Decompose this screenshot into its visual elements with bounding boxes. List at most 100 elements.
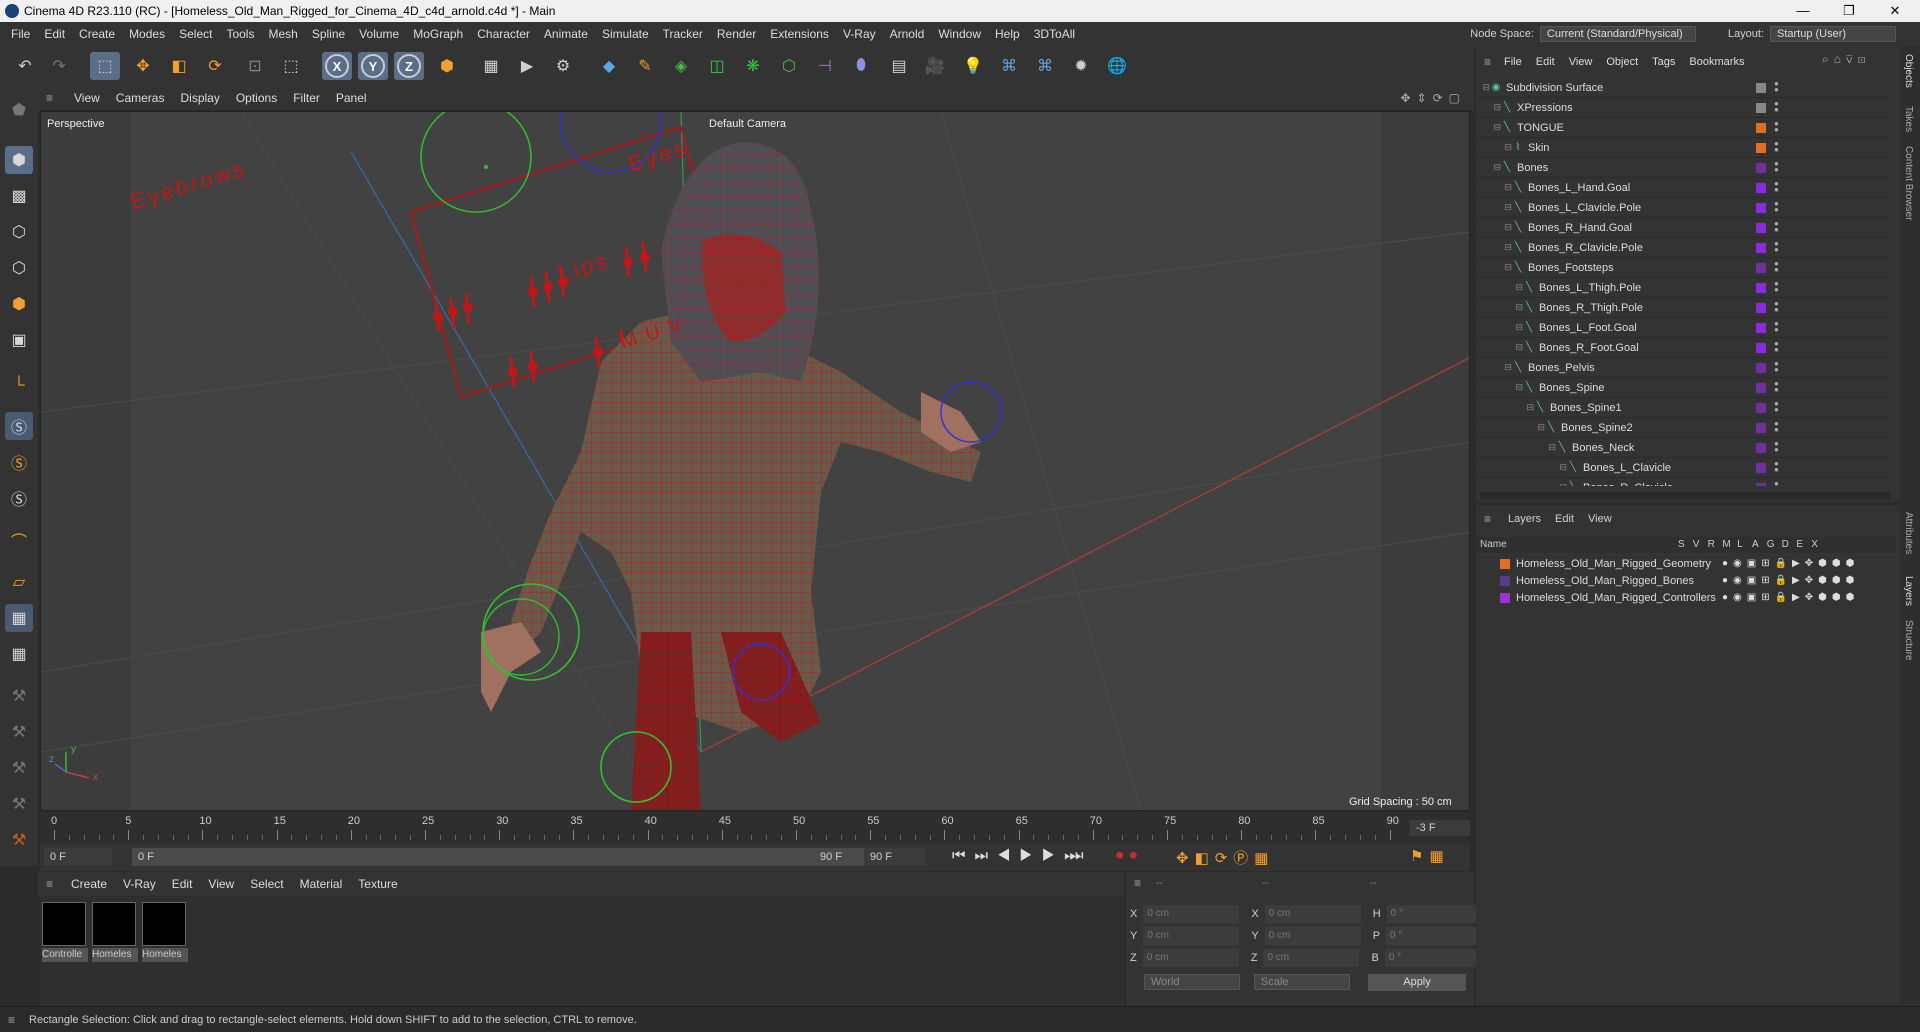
material-menu-texture[interactable]: Texture (350, 877, 405, 891)
camera-icon[interactable]: 🎥 (920, 52, 950, 80)
layer-color-swatch[interactable] (1756, 342, 1766, 353)
layer-color-swatch[interactable] (1756, 182, 1766, 193)
light-icon[interactable]: 💡 (958, 52, 988, 80)
layer-color-swatch[interactable] (1500, 558, 1510, 569)
layer-column-m[interactable]: M (1722, 539, 1730, 550)
menu-help[interactable]: Help (988, 22, 1027, 46)
viewport-nav-icons[interactable]: ✥⇕⟳▢ (1400, 91, 1466, 105)
layer-column-l[interactable]: L (1737, 539, 1743, 550)
goto-end-icon[interactable]: ⏭ (1070, 847, 1084, 864)
globe-icon[interactable]: 🌐 (1102, 52, 1132, 80)
size-x-field[interactable]: 0 cm (1264, 905, 1361, 923)
expand-toggle-icon[interactable]: ⊟ (1476, 362, 1512, 373)
object-row[interactable]: ⊟ ╲ XPressions ● ● (1476, 98, 1890, 118)
rotation-h-field[interactable]: 0 ° (1386, 905, 1483, 923)
start-frame-field[interactable]: 0 F (44, 848, 112, 866)
layer-color-swatch[interactable] (1756, 362, 1766, 373)
object-row[interactable]: ⊟ ╲ Bones_L_Clavicle.Pole ● ● (1476, 198, 1890, 218)
expand-toggle-icon[interactable]: ⊟ (1476, 402, 1534, 413)
spline-pen-icon[interactable]: ✎ (630, 52, 660, 80)
expand-toggle-icon[interactable]: ⊟ (1476, 322, 1523, 333)
layer-menu-edit[interactable]: Edit (1548, 513, 1581, 525)
deformer-icon[interactable]: ⊣ (810, 52, 840, 80)
material-menu-vray[interactable]: V-Ray (115, 877, 164, 891)
menu-mesh[interactable]: Mesh (261, 22, 304, 46)
expand-toggle-icon[interactable]: ⊟ (1476, 162, 1501, 173)
visibility-dots-icon[interactable]: ● ● (1774, 319, 1780, 335)
object-row[interactable]: ⊟ ╲ Bones_Spine ● ● (1476, 378, 1890, 398)
workplane-lock-icon[interactable]: ▦ (5, 640, 33, 668)
mograph-cloner-icon[interactable]: ❋ (738, 52, 768, 80)
cube-object-icon[interactable]: ◆ (594, 52, 624, 80)
material-menu-create[interactable]: Create (63, 877, 115, 891)
magnet-icon[interactable]: ⌒ (5, 526, 33, 554)
object-row[interactable]: ⊟ ╲ Bones_R_Foot.Goal ● ● (1476, 338, 1890, 358)
subdivision-icon[interactable]: ◈ (666, 52, 696, 80)
brush-icon[interactable]: ⚒ (5, 754, 33, 782)
layer-column-s[interactable]: S (1678, 539, 1685, 550)
visibility-dots-icon[interactable]: ● ● (1774, 299, 1780, 315)
layer-color-swatch[interactable] (1756, 222, 1766, 233)
object-row[interactable]: ⊟ ╲ Bones_Spine2 ● ● (1476, 418, 1890, 438)
sculpt-icon[interactable]: ⚒ (5, 718, 33, 746)
menu-character[interactable]: Character (470, 22, 537, 46)
object-row[interactable]: ⊟╲ Bones_R_Clavicle ● ● (1476, 478, 1890, 486)
3d-viewport[interactable]: Perspective Default Camera Grid Spacing … (40, 111, 1470, 811)
visibility-dots-icon[interactable]: ● ● (1774, 219, 1780, 235)
layer-color-swatch[interactable] (1756, 482, 1766, 486)
tab-content-browser[interactable]: Content Browser (1903, 146, 1914, 220)
visibility-dots-icon[interactable]: ● ● (1774, 179, 1780, 195)
layer-color-swatch[interactable] (1756, 382, 1766, 393)
layer-color-swatch[interactable] (1756, 142, 1766, 153)
visibility-dots-icon[interactable]: ● ● (1774, 439, 1780, 455)
axis-mode-icon[interactable]: └ (5, 372, 33, 400)
expand-toggle-icon[interactable]: ⊟ (1476, 482, 1567, 486)
coords-hamburger-icon[interactable]: ≡ (1134, 876, 1141, 890)
layer-color-swatch[interactable] (1500, 592, 1510, 603)
menu-window[interactable]: Window (931, 22, 988, 46)
menu-simulate[interactable]: Simulate (595, 22, 656, 46)
layer-color-swatch[interactable] (1756, 302, 1766, 313)
menu-mograph[interactable]: MoGraph (406, 22, 470, 46)
z-axis-lock[interactable]: Z (394, 52, 424, 80)
rotation-b-field[interactable]: 0 ° (1384, 949, 1481, 967)
object-menu-view[interactable]: View (1562, 56, 1600, 68)
size-y-field[interactable]: 0 cm (1264, 927, 1361, 945)
selection-tool-icon[interactable]: ⬚ (90, 52, 120, 80)
expand-toggle-icon[interactable]: ⊟ (1476, 302, 1523, 313)
redo-icon[interactable]: ↷ (44, 52, 74, 80)
layer-toggle-icons[interactable]: ●◉▣⊞🔒▶✥⬢⬢⬢ (1722, 558, 1859, 569)
menu-file[interactable]: File (4, 22, 37, 46)
expand-toggle-icon[interactable]: ⊟ (1476, 142, 1512, 153)
layer-toggle-icons[interactable]: ●◉▣⊞🔒▶✥⬢⬢⬢ (1722, 575, 1859, 586)
layer-row[interactable]: Homeless_Old_Man_Rigged_Bones ●◉▣⊞🔒▶✥⬢⬢⬢ (1476, 572, 1896, 589)
object-row[interactable]: ⊟ ╲ Bones_L_Clavicle ● ● (1476, 458, 1890, 478)
layer-column-a[interactable]: A (1752, 539, 1759, 550)
quantize-icon[interactable]: Ⓢ (5, 484, 33, 512)
visibility-dots-icon[interactable]: ● ● (1774, 259, 1780, 275)
material-menu-material[interactable]: Material (292, 877, 351, 891)
viewport-camera-name[interactable]: Default Camera (709, 118, 786, 130)
recent-tool-icon[interactable]: ⊡ (240, 52, 270, 80)
playback-buttons[interactable]: ⏮⏭◀▶▶⏭ (952, 847, 1087, 864)
tab-objects[interactable]: Objects (1903, 54, 1914, 88)
edges-mode-icon[interactable]: ⬡ (5, 254, 33, 282)
menu-spline[interactable]: Spline (305, 22, 352, 46)
visibility-dots-icon[interactable]: ● ● (1774, 419, 1780, 435)
knife-icon[interactable]: ⚒ (5, 790, 33, 818)
y-axis-lock[interactable]: Y (358, 52, 388, 80)
menu-arnold[interactable]: Arnold (883, 22, 932, 46)
object-horizontal-scrollbar[interactable] (1480, 492, 1890, 500)
visibility-dots-icon[interactable]: ● ● (1774, 459, 1780, 475)
layer-color-swatch[interactable] (1756, 402, 1766, 413)
expand-toggle-icon[interactable]: ⊟ (1476, 122, 1501, 133)
material-menu-select[interactable]: Select (242, 877, 291, 891)
material-slot[interactable]: Homeles (92, 902, 138, 966)
field-icon[interactable]: ⬮ (846, 52, 876, 80)
layer-color-swatch[interactable] (1756, 462, 1766, 473)
settings-gear-icon[interactable]: ✹ (1066, 52, 1096, 80)
expand-toggle-icon[interactable]: ⊟ (1476, 182, 1512, 193)
layer-menu-view[interactable]: View (1581, 513, 1619, 525)
menu-render[interactable]: Render (710, 22, 763, 46)
visibility-dots-icon[interactable]: ● ● (1774, 279, 1780, 295)
